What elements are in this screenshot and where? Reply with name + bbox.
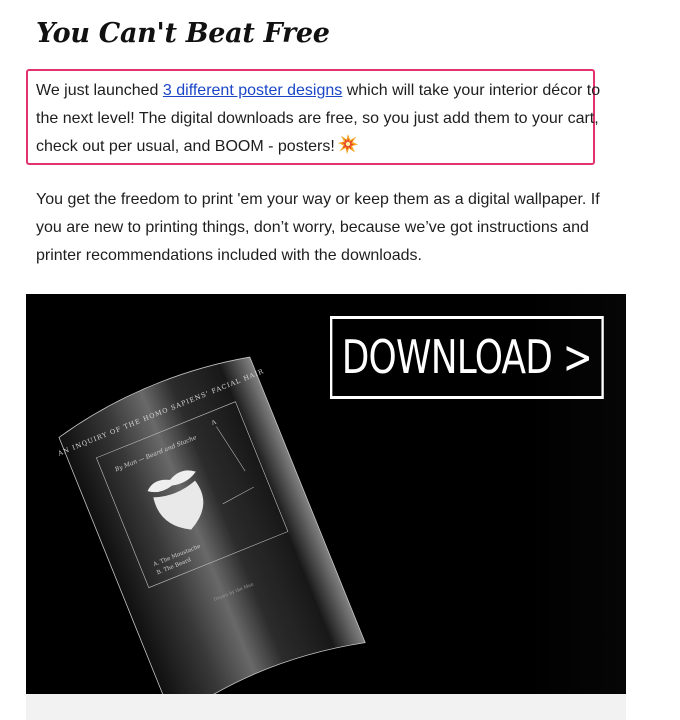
intro-paragraph: We just launched 3 different poster desi… xyxy=(36,77,611,165)
body-paragraph: You get the freedom to print 'em your wa… xyxy=(36,191,600,264)
download-button[interactable]: DOWNLOAD > xyxy=(330,316,604,399)
poster-designs-link[interactable]: 3 different poster designs xyxy=(163,82,342,99)
section-heading: You Can't Beat Free xyxy=(36,18,330,49)
content-footer-strip xyxy=(26,694,626,720)
intro-text-start: We just launched xyxy=(36,82,163,99)
collision-emoji-icon xyxy=(337,133,359,165)
poster-download-banner[interactable]: AN INQUIRY OF THE HOMO SAPIENS' FACIAL H… xyxy=(26,294,626,694)
